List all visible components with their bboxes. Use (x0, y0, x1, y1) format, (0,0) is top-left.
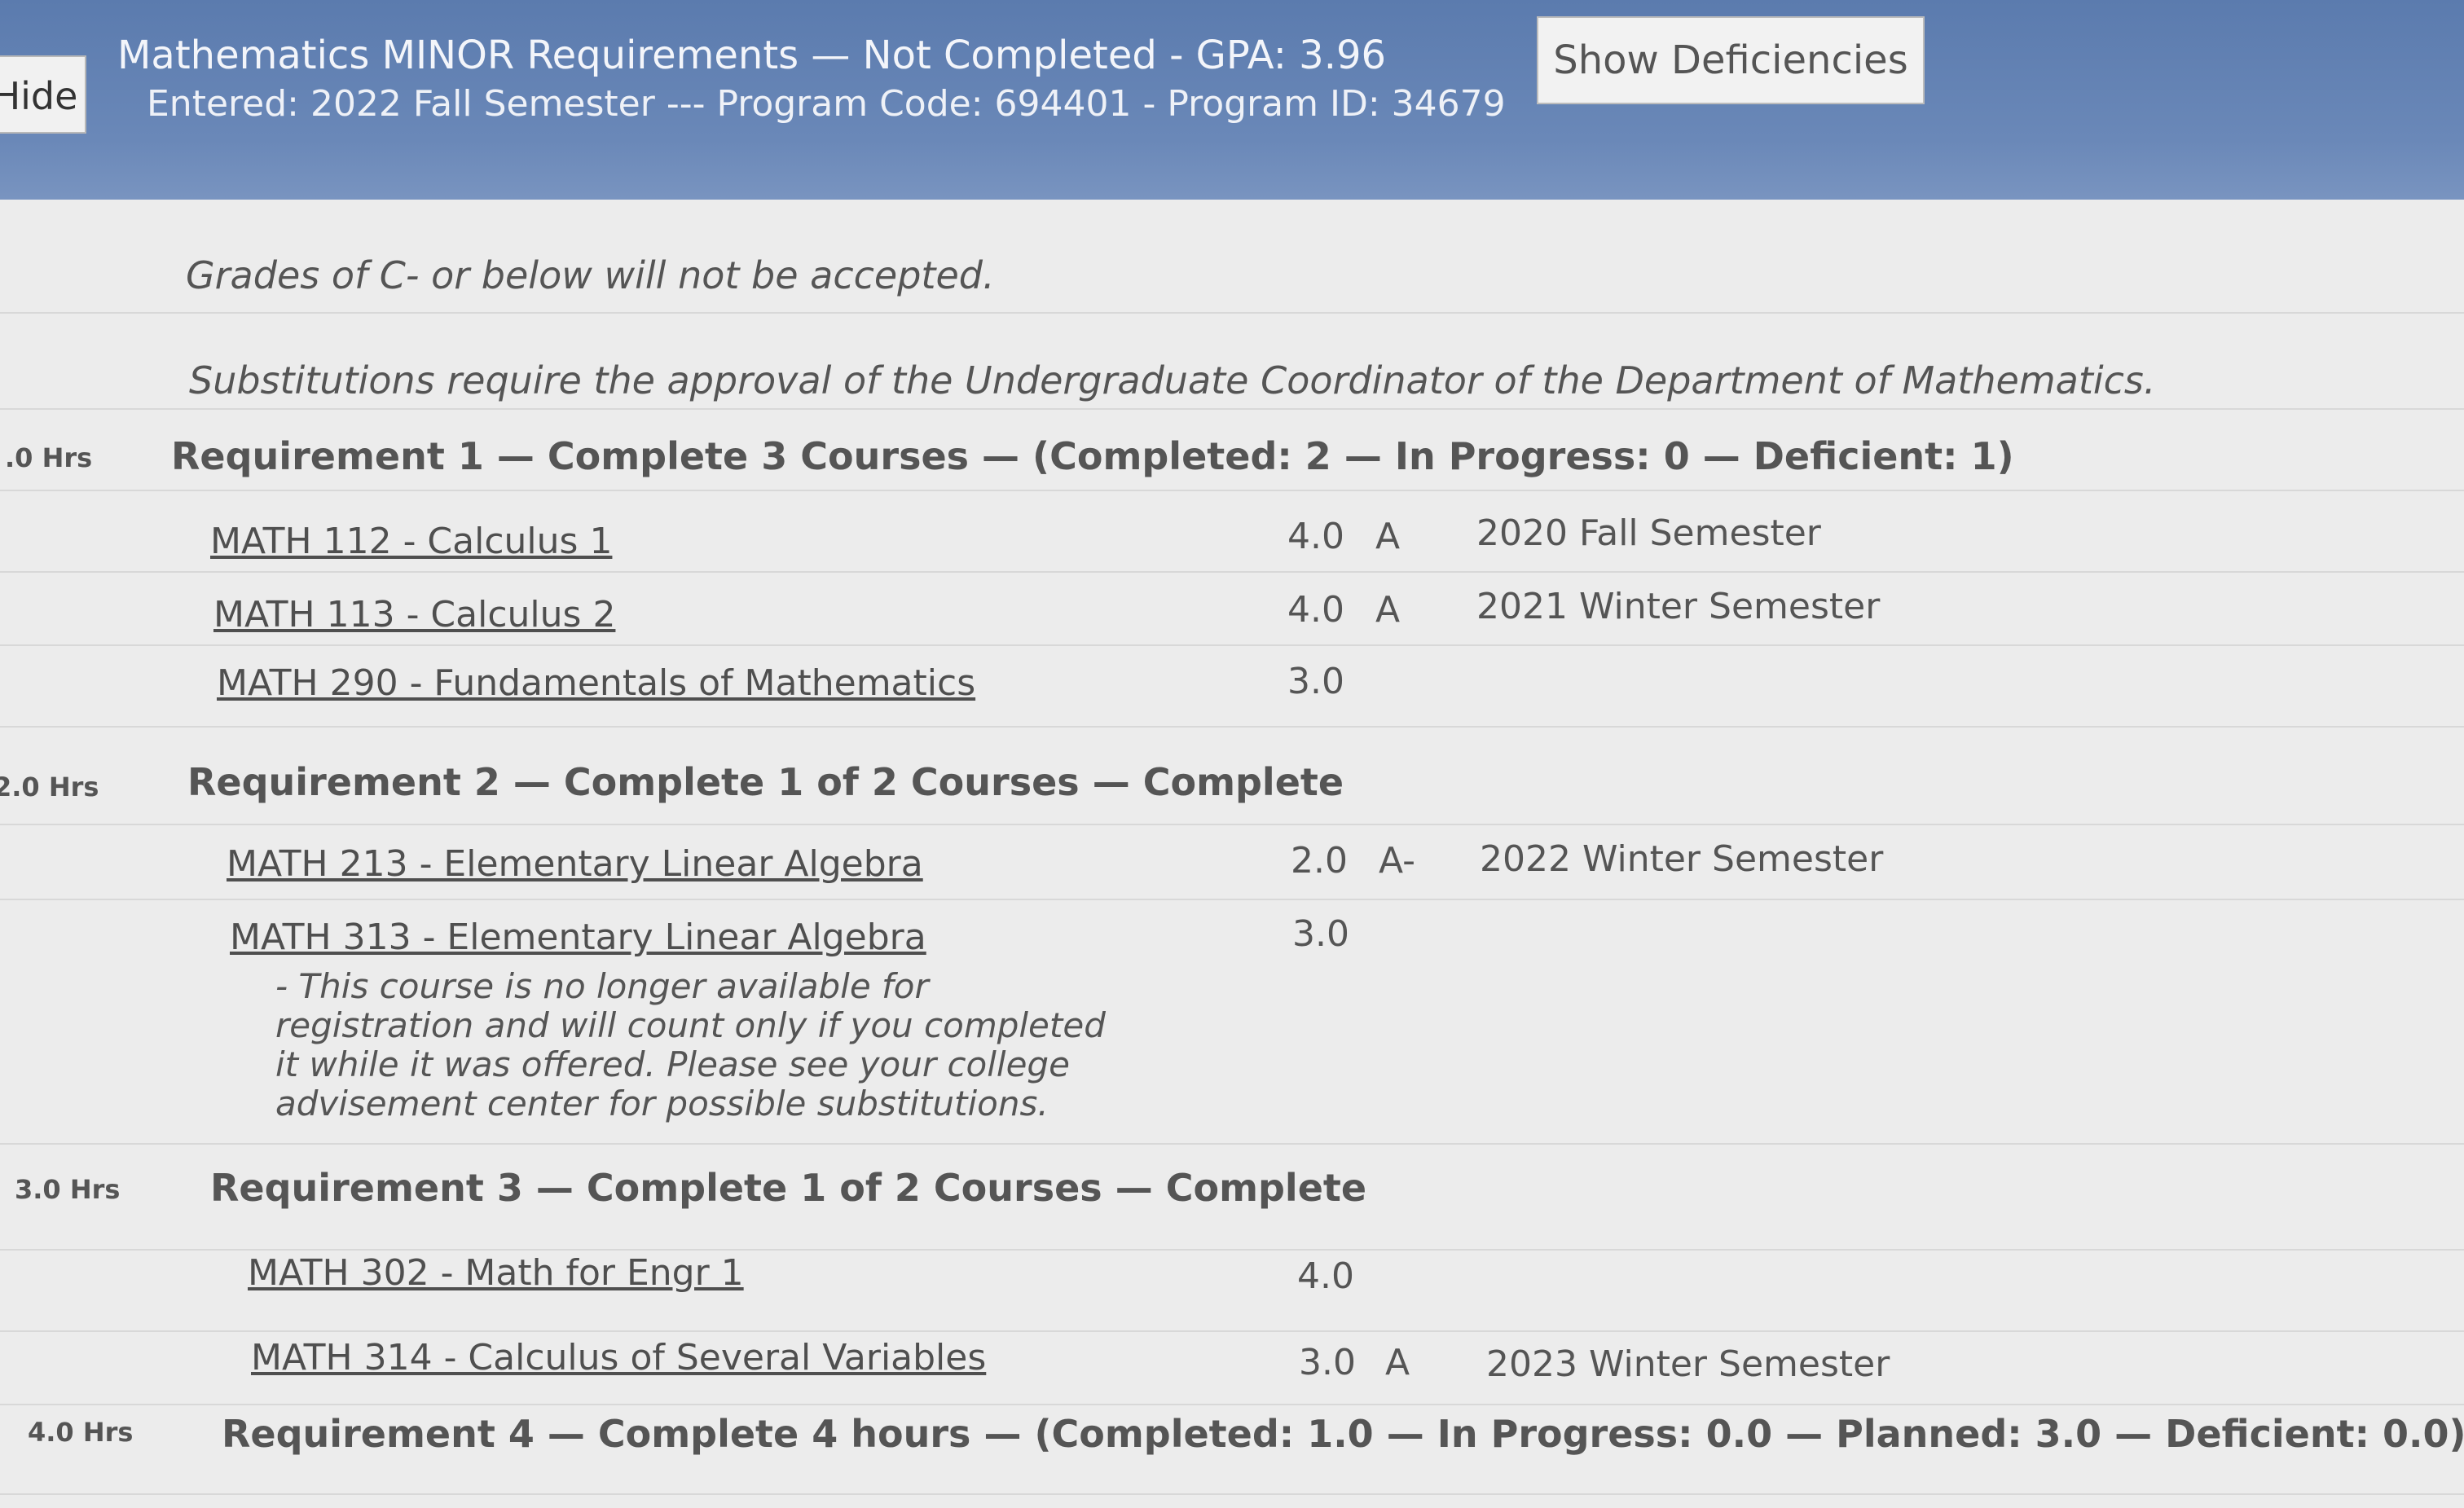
course-grade: A (1375, 516, 1401, 557)
course-link[interactable]: MATH 314 - Calculus of Several Variables (251, 1337, 986, 1378)
course-row: MATH 314 - Calculus of Several Variables… (0, 1332, 2464, 1405)
note-row: Grades of C- or below will not be accept… (0, 200, 2464, 314)
course-availability-note: - This course is no longer available for… (275, 966, 1106, 1123)
hide-button[interactable]: Hide (0, 55, 86, 134)
course-credits: 2.0 (1291, 840, 1348, 881)
requirement-hours: 2.0 Hrs (0, 772, 99, 802)
program-subtitle: Entered: 2022 Fall Semester --- Program … (147, 83, 1506, 125)
show-deficiencies-button[interactable]: Show Deficiencies (1537, 16, 1925, 104)
course-term: 2021 Winter Semester (1476, 586, 1881, 627)
grades-note: Grades of C- or below will not be accept… (186, 253, 995, 297)
program-header: Hide Mathematics MINOR Requirements — No… (0, 0, 2464, 200)
course-row: MATH 113 - Calculus 2 4.0 A 2021 Winter … (0, 573, 2464, 646)
course-grade: A (1385, 1342, 1410, 1383)
course-credits: 4.0 (1287, 516, 1344, 557)
course-link[interactable]: MATH 112 - Calculus 1 (210, 521, 612, 562)
requirement-title: Requirement 3 — Complete 1 of 2 Courses … (210, 1166, 1367, 1210)
course-row: MATH 112 - Calculus 1 4.0 A 2020 Fall Se… (0, 491, 2464, 573)
course-term: 2020 Fall Semester (1476, 512, 1821, 554)
requirement-title: Requirement 2 — Complete 1 of 2 Courses … (187, 760, 1344, 804)
course-link[interactable]: MATH 313 - Elementary Linear Algebra (230, 917, 926, 958)
requirement-title: Requirement 1 — Complete 3 Courses — (Co… (171, 434, 2014, 478)
course-link[interactable]: MATH 290 - Fundamentals of Mathematics (217, 662, 975, 704)
course-grade: A (1375, 589, 1401, 631)
course-credits: 3.0 (1299, 1342, 1356, 1383)
note-row: Substitutions require the approval of th… (0, 314, 2464, 410)
requirement-header: 2.0 Hrs Requirement 2 — Complete 1 of 2 … (0, 728, 2464, 825)
course-credits: 3.0 (1287, 661, 1344, 702)
course-row: MATH 290 - Fundamentals of Mathematics 3… (0, 646, 2464, 728)
course-credits: 3.0 (1292, 913, 1349, 955)
course-term: 2022 Winter Semester (1480, 838, 1884, 880)
requirement-header: .0 Hrs Requirement 1 — Complete 3 Course… (0, 410, 2464, 491)
course-credits: 4.0 (1297, 1255, 1354, 1297)
program-title: Mathematics MINOR Requirements — Not Com… (117, 33, 1387, 78)
requirement-hours: 3.0 Hrs (15, 1174, 121, 1205)
requirement-title: Requirement 4 — Complete 4 hours — (Comp… (222, 1412, 2464, 1456)
course-link[interactable]: MATH 302 - Math for Engr 1 (248, 1252, 744, 1294)
course-term: 2023 Winter Semester (1486, 1343, 1890, 1385)
course-row: MATH 313 - Elementary Linear Algebra 3.0… (0, 900, 2464, 1145)
course-row: MATH 213 - Elementary Linear Algebra 2.0… (0, 825, 2464, 900)
course-credits: 4.0 (1287, 589, 1344, 631)
requirement-header: 3.0 Hrs Requirement 3 — Complete 1 of 2 … (0, 1145, 2464, 1251)
course-grade: A- (1379, 840, 1416, 881)
course-link[interactable]: MATH 113 - Calculus 2 (213, 594, 615, 635)
course-link[interactable]: MATH 213 - Elementary Linear Algebra (227, 843, 923, 885)
requirement-hours: .0 Hrs (5, 442, 93, 473)
course-row: MATH 302 - Math for Engr 1 4.0 (0, 1251, 2464, 1332)
substitution-note: Substitutions require the approval of th… (189, 358, 2156, 402)
requirement-header: 4.0 Hrs Requirement 4 — Complete 4 hours… (0, 1405, 2464, 1495)
requirement-hours: 4.0 Hrs (28, 1417, 134, 1448)
